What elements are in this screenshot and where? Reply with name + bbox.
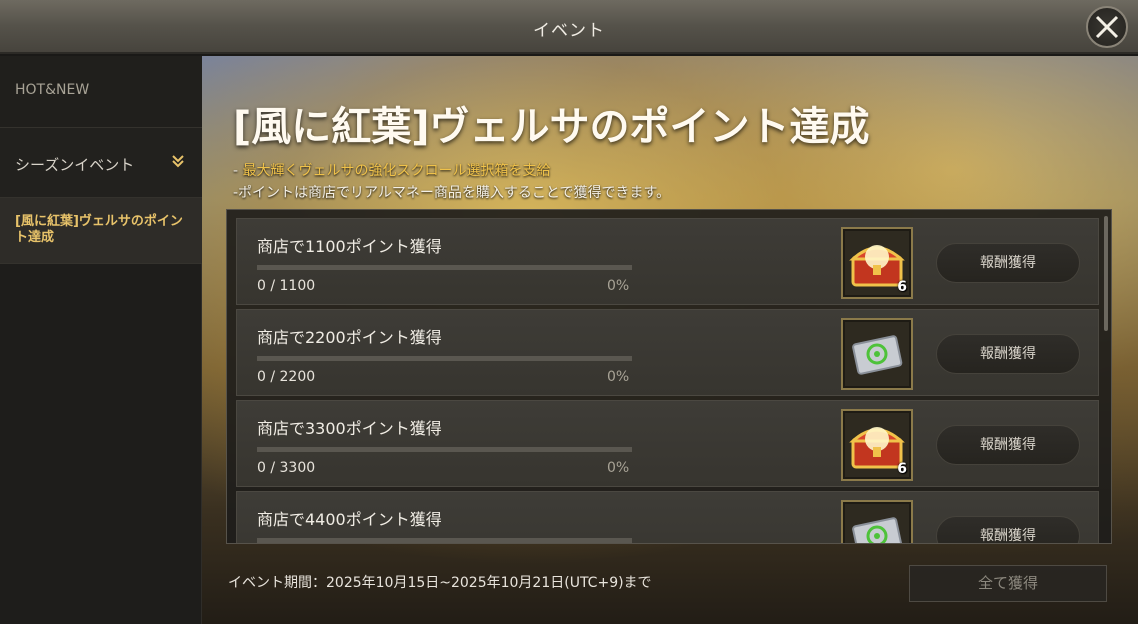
progress-count: 0 / 2200: [257, 369, 316, 385]
scrollbar[interactable]: [1104, 216, 1108, 331]
sidebar-item-versa-points[interactable]: [風に紅葉]ヴェルサのポイント達成: [0, 198, 202, 264]
progress-bar: [257, 447, 632, 452]
close-button[interactable]: [1086, 6, 1128, 48]
progress-bar: [257, 356, 632, 361]
chevron-down-icon: [172, 155, 184, 168]
mission-label: 商店で1100ポイント獲得: [257, 237, 442, 256]
event-period: イベント期間：2025年10月15日~2025年10月21日(UTC+9)まで: [228, 575, 652, 591]
mission-label: 商店で3300ポイント獲得: [257, 419, 442, 438]
sidebar-item-label: シーズンイベント: [15, 156, 135, 174]
reward-item[interactable]: 6: [841, 227, 913, 299]
progress-count: 0 / 3300: [257, 460, 316, 476]
progress-percent: 0%: [607, 460, 630, 476]
sidebar-item-label: [風に紅葉]ヴェルサのポイント達成: [15, 214, 183, 245]
sidebar: HOT&NEW シーズンイベント [風に紅葉]ヴェルサのポイント達成: [0, 56, 202, 624]
mission-label: 商店で4400ポイント獲得: [257, 510, 442, 529]
reward-item[interactable]: [841, 500, 913, 543]
window-title: イベント: [533, 21, 605, 41]
desc-highlight-text: 最大輝くヴェルサの強化スクロール選択箱を支給: [242, 163, 551, 179]
progress-count: 0 / 1100: [257, 278, 316, 294]
title-bar: イベント: [0, 0, 1138, 54]
scroll-ticket-icon: [852, 335, 903, 375]
mission-label: 商店で2200ポイント獲得: [257, 328, 442, 347]
claim-all-button[interactable]: 全て獲得: [909, 565, 1107, 602]
scroll-ticket-icon: [852, 517, 903, 543]
event-description-note: -ポイントは商店でリアルマネー商品を購入することで獲得できます。: [233, 185, 671, 201]
progress-percent: 0%: [607, 278, 630, 294]
desc-dash: -: [233, 163, 243, 179]
reward-quantity: 6: [897, 279, 907, 295]
mission-list[interactable]: 商店で1100ポイント獲得 0 / 1100 0% 6 報酬獲得 商店で2200…: [226, 209, 1112, 544]
mission-row: 商店で2200ポイント獲得 0 / 2200 0% 報酬獲得: [236, 309, 1099, 396]
claim-reward-button[interactable]: 報酬獲得: [936, 425, 1080, 465]
close-icon: [1095, 15, 1119, 39]
reward-item[interactable]: [841, 318, 913, 390]
event-description-highlight: - 最大輝くヴェルサの強化スクロール選択箱を支給: [233, 160, 551, 180]
event-title: [風に紅葉]ヴェルサのポイント達成: [233, 104, 870, 150]
progress-bar: [257, 265, 632, 270]
claim-reward-button[interactable]: 報酬獲得: [936, 334, 1080, 374]
claim-reward-button[interactable]: 報酬獲得: [936, 243, 1080, 283]
sidebar-item-hot-new[interactable]: HOT&NEW: [0, 56, 202, 128]
progress-bar: [257, 538, 632, 543]
reward-quantity: 6: [897, 461, 907, 477]
sidebar-item-label: HOT&NEW: [15, 82, 90, 98]
reward-item[interactable]: 6: [841, 409, 913, 481]
mission-row: 商店で4400ポイント獲得 報酬獲得: [236, 491, 1099, 543]
progress-percent: 0%: [607, 369, 630, 385]
event-content: [風に紅葉]ヴェルサのポイント達成 - 最大輝くヴェルサの強化スクロール選択箱を…: [202, 56, 1138, 624]
sidebar-item-season-event[interactable]: シーズンイベント: [0, 128, 202, 198]
mission-row: 商店で1100ポイント獲得 0 / 1100 0% 6 報酬獲得: [236, 218, 1099, 305]
mission-row: 商店で3300ポイント獲得 0 / 3300 0% 6 報酬獲得: [236, 400, 1099, 487]
claim-reward-button[interactable]: 報酬獲得: [936, 516, 1080, 543]
